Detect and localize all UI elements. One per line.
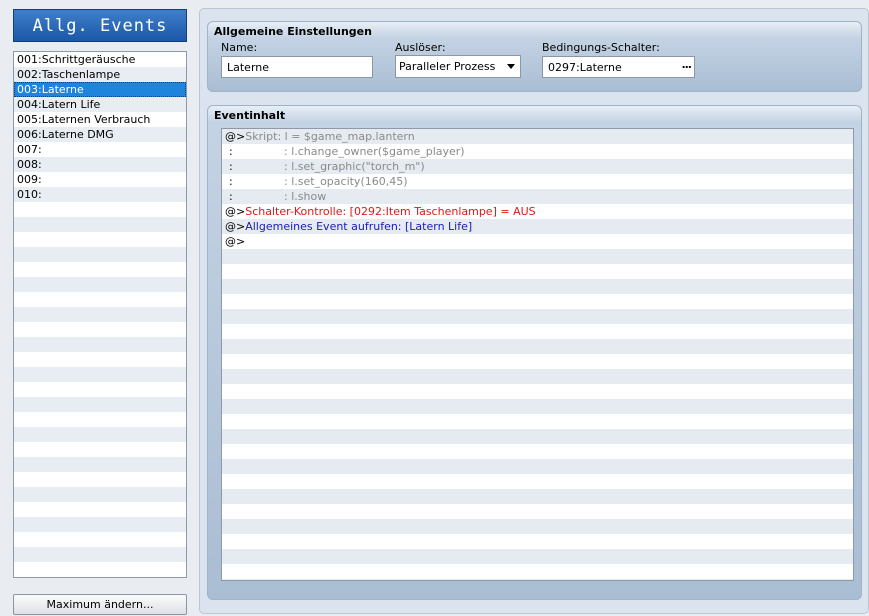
command-text: Schalter-Kontrolle: [0292:Item Taschenla… [245, 205, 536, 218]
command-row[interactable]: @>Skript: l = $game_map.lantern [222, 129, 853, 144]
event-list-item[interactable]: 004:Latern Life [14, 97, 186, 112]
command-row[interactable]: @>Schalter-Kontrolle: [0292:Item Taschen… [222, 204, 853, 219]
condition-switch-value: 0297:Laterne [548, 60, 622, 74]
command-row[interactable]: : : l.set_graphic("torch_m") [222, 159, 853, 174]
command-text: Skript: l = $game_map.lantern [245, 130, 415, 143]
panel-title: Allg. Events [13, 9, 187, 42]
command-row[interactable]: @>Allgemeines Event aufrufen: [Latern Li… [222, 219, 853, 234]
command-marker: @> [225, 235, 246, 248]
command-row[interactable]: : : l.set_opacity(160,45) [222, 174, 853, 189]
command-marker: : [229, 190, 233, 203]
command-marker: : [229, 175, 233, 188]
switch-label: Bedingungs-Schalter: [542, 41, 660, 54]
command-marker: @> [225, 220, 246, 233]
name-label: Name: [221, 41, 258, 54]
command-marker: : [229, 160, 233, 173]
command-marker: @> [225, 205, 246, 218]
command-list[interactable]: @>Skript: l = $game_map.lantern :: l.cha… [221, 128, 854, 581]
command-text: : l.set_graphic("torch_m") [284, 160, 425, 173]
command-marker: : [229, 145, 233, 158]
event-list-item[interactable]: 009: [14, 172, 186, 187]
command-row[interactable]: : : l.show [222, 189, 853, 204]
trigger-label: Auslöser: [395, 41, 446, 54]
command-row[interactable]: @> [222, 234, 853, 249]
command-marker: @> [225, 130, 246, 143]
event-list-item[interactable]: 001:Schrittgeräusche [14, 52, 186, 67]
command-text: : l.set_opacity(160,45) [284, 175, 408, 188]
command-text: : l.show [284, 190, 327, 203]
dropdown-arrow-icon [507, 64, 515, 69]
trigger-select-value: Paralleler Prozess [399, 60, 496, 73]
trigger-select[interactable]: Paralleler Prozess [395, 55, 521, 78]
event-list-item[interactable]: 008: [14, 157, 186, 172]
name-field-value: Laterne [227, 60, 270, 74]
event-list[interactable]: 001:Schrittgeräusche 002:Taschenlampe 003:… [13, 51, 187, 578]
name-field[interactable]: Laterne [221, 56, 373, 78]
event-content-title: Eventinhalt [214, 109, 286, 122]
event-list-item[interactable]: 005:Laternen Verbrauch [14, 112, 186, 127]
general-settings-title: Allgemeine Einstellungen [214, 25, 372, 38]
command-text: Allgemeines Event aufrufen: [Latern Life… [245, 220, 473, 233]
command-text: : l.change_owner($game_player) [284, 145, 465, 158]
command-row[interactable]: : : l.change_owner($game_player) [222, 144, 853, 159]
change-maximum-button[interactable]: Maximum ändern... [13, 594, 187, 615]
condition-switch-field[interactable]: 0297:Laterne ... [542, 56, 695, 78]
event-list-item[interactable]: 007: [14, 142, 186, 157]
event-list-item[interactable]: 006:Laterne DMG [14, 127, 186, 142]
event-list-item[interactable]: 002:Taschenlampe [14, 67, 186, 82]
event-list-item[interactable]: 010: [14, 187, 186, 202]
browse-button[interactable]: ... [681, 58, 692, 71]
event-list-item[interactable]: 003:Laterne [14, 82, 186, 97]
